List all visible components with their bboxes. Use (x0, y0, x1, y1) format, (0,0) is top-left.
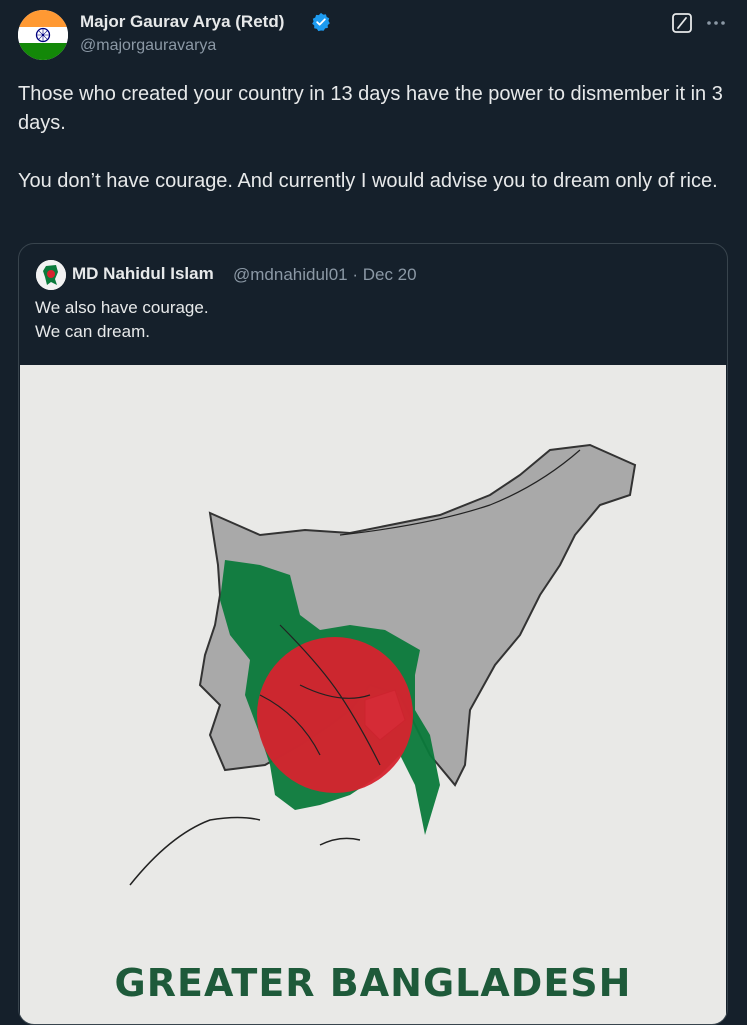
verified-badge-icon (312, 12, 330, 32)
quoted-author-name[interactable]: MD Nahidul Islam (72, 264, 214, 284)
quoted-text: We also have courage. We can dream. (35, 296, 209, 344)
author-name[interactable]: Major Gaurav Arya (Retd) (80, 12, 284, 32)
grok-icon[interactable] (671, 12, 693, 34)
tweet-text: Those who created your country in 13 day… (18, 80, 733, 196)
tweet-paragraph-2: You don’t have courage. And currently I … (18, 170, 718, 192)
quoted-line-2: We can dream. (35, 322, 150, 341)
flag-saffron-band (18, 10, 68, 27)
more-options-icon[interactable] (704, 12, 728, 34)
map-red-circle (257, 637, 413, 793)
author-handle[interactable]: @majorgauravarya (80, 37, 216, 55)
quoted-author-avatar[interactable] (36, 260, 66, 290)
author-avatar[interactable] (18, 10, 68, 60)
flag-green-band (18, 43, 68, 60)
map-caption: GREATER BANGLADESH (114, 961, 632, 1005)
quoted-author-handle-date[interactable]: @mdnahidul01 · Dec 20 (233, 265, 417, 285)
ashoka-chakra-icon (35, 27, 51, 43)
tweet-paragraph-1: Those who created your country in 13 day… (18, 83, 723, 134)
quoted-line-1: We also have courage. (35, 298, 209, 317)
greater-bangladesh-map-illustration (129, 443, 637, 886)
bangladesh-map-avatar-icon (36, 260, 66, 290)
quoted-image[interactable]: GREATER BANGLADESH (20, 365, 726, 1024)
quoted-tweet[interactable]: MD Nahidul Islam @mdnahidul01 · Dec 20 W… (18, 243, 728, 1025)
